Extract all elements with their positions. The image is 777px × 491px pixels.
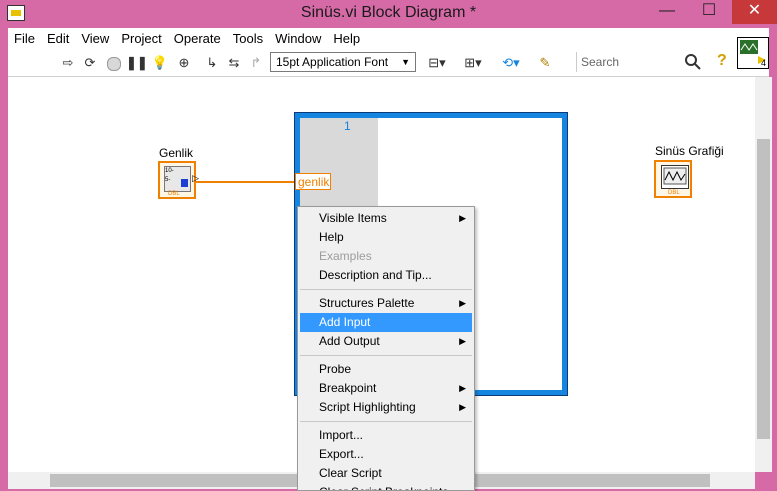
menu-operate[interactable]: Operate bbox=[168, 28, 227, 49]
reorder-icon[interactable]: ⟲▾ bbox=[498, 53, 524, 72]
genlik-tunnel[interactable]: genlik bbox=[295, 173, 331, 190]
context-menu-item-label: Clear Script Breakpoints bbox=[319, 485, 448, 490]
submenu-arrow-icon: ▶ bbox=[459, 213, 466, 223]
context-menu-item[interactable]: Export... bbox=[298, 445, 474, 464]
vertical-scrollbar[interactable] bbox=[755, 77, 772, 472]
run-arrow-icon[interactable]: ⇨ bbox=[58, 53, 78, 72]
context-menu-item[interactable]: Help bbox=[298, 228, 474, 247]
context-menu-item-label: Export... bbox=[319, 447, 364, 461]
minimize-button[interactable]: — bbox=[647, 0, 687, 24]
context-menu: Visible Items ▶ Help Examples Description an… bbox=[297, 206, 475, 491]
slider-scale-top: 10- bbox=[165, 168, 174, 174]
context-menu-item[interactable]: Clear Script bbox=[298, 464, 474, 483]
genlik-control-terminal[interactable]: 10- 5- DBL ▷ bbox=[158, 161, 199, 199]
step-into-icon[interactable]: ↳ bbox=[202, 53, 222, 72]
context-menu-item[interactable]: Script Highlighting ▶ bbox=[298, 398, 474, 417]
loop-count-label: 1 bbox=[344, 119, 351, 133]
context-menu-item-label: Structures Palette bbox=[319, 296, 415, 310]
context-menu-item-label: Add Output bbox=[319, 334, 380, 348]
context-menu-item-label: Probe bbox=[319, 362, 352, 376]
context-menu-item[interactable]: Add Input bbox=[300, 313, 472, 332]
context-menu-item[interactable]: Import... bbox=[298, 426, 474, 445]
window: Sinüs.vi Block Diagram * — ☐ ✕ File Edit… bbox=[0, 0, 777, 491]
slider-scale-mid: 5- bbox=[165, 177, 171, 183]
abort-icon[interactable] bbox=[104, 53, 124, 72]
submenu-arrow-icon: ▶ bbox=[459, 336, 466, 346]
retain-wire-values-icon[interactable]: ⊕ bbox=[174, 53, 194, 72]
menu-project[interactable]: Project bbox=[115, 28, 167, 49]
graph-label: Sinüs Grafiği bbox=[655, 144, 724, 158]
run-continuously-icon[interactable]: ⟳ bbox=[80, 53, 100, 72]
menu-bar: File Edit View Project Operate Tools Win… bbox=[8, 28, 769, 49]
submenu-arrow-icon: ▶ bbox=[459, 298, 466, 308]
menu-separator bbox=[300, 421, 472, 422]
context-menu-item-label: Description and Tip... bbox=[319, 268, 432, 282]
context-menu-item: Examples bbox=[298, 247, 474, 266]
submenu-arrow-icon: ▶ bbox=[459, 402, 466, 412]
step-over-icon[interactable]: ⇆ bbox=[224, 53, 244, 72]
context-menu-item-label: Add Input bbox=[319, 315, 371, 329]
context-menu-item-label: Clear Script bbox=[319, 466, 382, 480]
context-menu-item[interactable]: Visible Items ▶ bbox=[298, 209, 474, 228]
menu-edit[interactable]: Edit bbox=[41, 28, 75, 49]
genlik-wire[interactable] bbox=[196, 181, 296, 183]
context-menu-item-label: Breakpoint bbox=[319, 381, 377, 395]
context-menu-item[interactable]: Breakpoint ▶ bbox=[298, 379, 474, 398]
font-select[interactable]: 15pt Application Font ▼ bbox=[270, 52, 416, 72]
context-menu-item[interactable]: Description and Tip... bbox=[298, 266, 474, 285]
context-menu-item[interactable]: Structures Palette ▶ bbox=[298, 294, 474, 313]
step-out-icon[interactable]: ↱ bbox=[246, 53, 266, 72]
context-menu-item-label: Examples bbox=[319, 249, 372, 263]
context-menu-item-label: Import... bbox=[319, 428, 364, 442]
menu-tools[interactable]: Tools bbox=[227, 28, 269, 49]
context-menu-item[interactable]: Add Output ▶ bbox=[298, 332, 474, 351]
highlight-execution-icon[interactable]: 💡 bbox=[150, 53, 170, 72]
font-select-value: 15pt Application Font bbox=[276, 55, 389, 69]
close-button[interactable]: ✕ bbox=[732, 0, 777, 24]
menu-separator bbox=[300, 289, 472, 290]
menu-window[interactable]: Window bbox=[269, 28, 327, 49]
context-menu-item[interactable]: Clear Script Breakpoints bbox=[298, 483, 474, 490]
genlik-type-badge: DBL bbox=[168, 191, 180, 197]
distribute-objects-icon[interactable]: ⊞▾ bbox=[460, 53, 486, 72]
menu-separator bbox=[300, 355, 472, 356]
maximize-button[interactable]: ☐ bbox=[689, 0, 729, 24]
menu-view[interactable]: View bbox=[75, 28, 115, 49]
context-menu-item-label: Visible Items bbox=[319, 211, 387, 225]
search-icon[interactable] bbox=[684, 53, 702, 71]
genlik-label: Genlik bbox=[159, 146, 194, 160]
toolbar: ⇨ ⟳ ❚❚ 💡 ⊕ ↳ ⇆ ↱ 15pt Application Font ▼ … bbox=[8, 49, 769, 77]
align-objects-icon[interactable]: ⊟▾ bbox=[424, 53, 450, 72]
pause-icon[interactable]: ❚❚ bbox=[126, 53, 148, 72]
menu-file[interactable]: File bbox=[8, 28, 41, 49]
context-menu-item[interactable]: Probe bbox=[298, 360, 474, 379]
submenu-arrow-icon: ▶ bbox=[459, 383, 466, 393]
graph-indicator-terminal[interactable]: DBL bbox=[654, 160, 692, 198]
clean-up-diagram-icon[interactable]: ✎ bbox=[534, 53, 556, 72]
menu-help[interactable]: Help bbox=[327, 28, 366, 49]
vi-icon-number: 4 bbox=[760, 58, 766, 68]
chevron-down-icon: ▼ bbox=[401, 57, 410, 67]
vi-connector-icon[interactable]: 4 bbox=[737, 37, 769, 69]
help-icon[interactable]: ? bbox=[717, 52, 727, 70]
numeric-slider-icon: 10- 5- bbox=[164, 166, 191, 192]
title-bar[interactable]: Sinüs.vi Block Diagram * — ☐ ✕ bbox=[0, 0, 777, 28]
waveform-graph-icon bbox=[661, 165, 689, 189]
context-menu-item-label: Script Highlighting bbox=[319, 400, 416, 414]
graph-type-badge: DBL bbox=[668, 190, 680, 196]
context-menu-item-label: Help bbox=[319, 230, 344, 244]
vertical-scroll-thumb[interactable] bbox=[757, 139, 770, 439]
